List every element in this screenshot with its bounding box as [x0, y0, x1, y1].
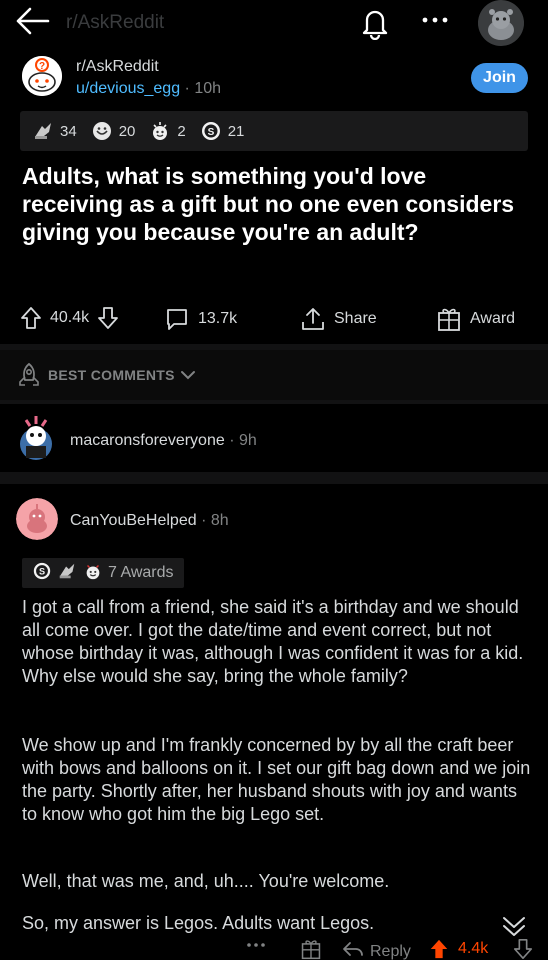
platinum-award-icon: S	[32, 561, 52, 586]
award-label: Award	[470, 310, 516, 327]
commenter-avatar[interactable]	[16, 498, 58, 540]
comment-username[interactable]: CanYouBeHelped	[70, 512, 197, 529]
sort-label: BEST COMMENTS	[48, 367, 175, 383]
comment-username[interactable]: macaronsforeveryone	[70, 432, 225, 449]
comment-header: CanYouBeHelped · 8h	[70, 512, 229, 530]
gift-icon[interactable]	[300, 938, 322, 960]
reply-label: Reply	[370, 942, 411, 960]
helpful-award-icon	[91, 120, 113, 142]
bell-icon[interactable]	[358, 4, 392, 41]
post-age: 10h	[194, 80, 222, 97]
award-button[interactable]: Award	[436, 306, 515, 332]
downvote-icon[interactable]	[512, 938, 534, 960]
comment-age: 9h	[238, 432, 257, 449]
back-arrow-icon[interactable]	[14, 6, 50, 36]
silver-award-icon	[32, 120, 54, 142]
subreddit-icon[interactable]: ?	[22, 56, 62, 96]
downvote-icon[interactable]	[97, 306, 119, 330]
reply-icon	[342, 940, 364, 960]
comment-actions: Reply 4.4k	[0, 934, 548, 960]
silver-award-icon	[56, 561, 78, 586]
meta-separator: ·	[224, 432, 239, 449]
rocket-icon	[16, 362, 42, 393]
post-title[interactable]: Adults, what is something you'd love rec…	[22, 162, 522, 246]
vote-group: 40.4k	[20, 306, 119, 330]
comment-paragraph: So, my answer is Legos. Adults want Lego…	[22, 913, 375, 933]
commenter-avatar[interactable]	[16, 412, 56, 462]
award-count: 34	[60, 122, 77, 140]
wholesome-award-icon	[82, 561, 104, 586]
comment-bubble-icon	[164, 306, 190, 332]
awards-count-label: 7 Awards	[108, 564, 174, 581]
post-awards-bar[interactable]: 34 20 2 S 21	[20, 111, 528, 151]
meta-separator: ·	[184, 80, 195, 97]
comment-paragraph: I got a call from a friend, she said it'…	[22, 597, 524, 686]
share-button[interactable]: Share	[300, 306, 377, 332]
post-author[interactable]: u/devious_egg	[76, 80, 180, 97]
upvote-icon[interactable]	[428, 938, 450, 960]
comment-score: 4.4k	[458, 940, 489, 957]
gift-icon	[436, 306, 462, 332]
comments-button[interactable]: 13.7k	[164, 306, 237, 332]
award-count: 2	[177, 122, 186, 140]
platinum-award-icon: S	[200, 120, 222, 142]
reply-button[interactable]: Reply	[342, 940, 411, 960]
top-bar: r/AskReddit	[0, 0, 548, 48]
comment-header: macaronsforeveryone · 9h	[70, 432, 257, 450]
divider	[0, 472, 548, 484]
wholesome-award-icon	[149, 120, 171, 142]
more-options-icon[interactable]	[246, 940, 266, 950]
meta-separator: ·	[196, 512, 211, 529]
award-platinum: S 21	[200, 120, 245, 142]
user-avatar[interactable]	[478, 0, 524, 46]
post-meta: u/devious_egg · 10h	[76, 80, 221, 98]
award-wholesome: 2	[149, 120, 186, 142]
svg-text:?: ?	[39, 61, 45, 72]
upvote-icon[interactable]	[20, 306, 42, 330]
share-icon	[300, 306, 326, 332]
award-silver: 34	[32, 120, 77, 142]
comment-age: 8h	[210, 512, 229, 529]
join-button[interactable]: Join	[471, 63, 528, 93]
topbar-title: r/AskReddit	[66, 12, 165, 33]
comment-paragraph: Well, that was me, and, uh.... You're we…	[22, 871, 390, 891]
share-label: Share	[334, 310, 377, 327]
post-actions: 40.4k 13.7k Share Award	[0, 302, 548, 338]
comment-paragraph: We show up and I'm frankly concerned by …	[22, 735, 531, 824]
comment-count: 13.7k	[198, 310, 238, 327]
award-count: 20	[118, 122, 136, 140]
svg-text:S: S	[207, 127, 214, 138]
subreddit-name[interactable]: r/AskReddit	[76, 58, 159, 76]
award-count: 21	[227, 122, 245, 140]
divider	[0, 400, 548, 404]
chevron-down-icon	[180, 368, 196, 386]
svg-text:S: S	[39, 566, 45, 576]
comment-awards[interactable]: S 7 Awards	[22, 558, 184, 588]
more-options-icon[interactable]	[420, 8, 450, 32]
award-helpful: 20	[91, 120, 136, 142]
vote-count: 40.4k	[50, 309, 90, 326]
sort-bar[interactable]: BEST COMMENTS	[0, 350, 548, 400]
